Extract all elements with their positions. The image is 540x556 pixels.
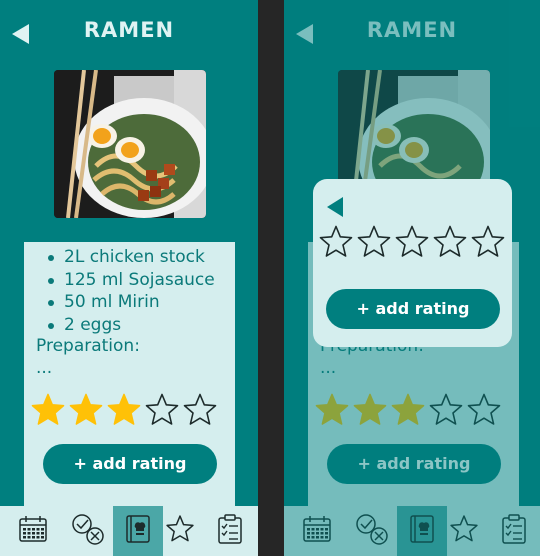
nav-item-calendar[interactable] <box>8 506 58 556</box>
ingredient-item: 2L chicken stock <box>46 246 215 269</box>
checklist-icon <box>217 514 243 548</box>
recipe-book-icon <box>125 514 151 548</box>
star-filled-icon[interactable] <box>68 392 104 428</box>
star-empty-icon[interactable] <box>144 392 180 428</box>
ingredient-item: 2 eggs <box>46 314 215 337</box>
nav-item-favorites-star[interactable] <box>439 506 489 556</box>
star-filled-icon[interactable] <box>390 392 426 428</box>
nav-item-done-undone[interactable] <box>347 506 397 556</box>
page-title: RAMEN <box>83 18 175 42</box>
preparation-text: ... <box>320 358 337 378</box>
rating-stars <box>30 392 218 428</box>
recipe-screen: RAMEN 2L chicken stock 125 ml Sojasauce … <box>0 0 258 556</box>
bottom-nav <box>0 506 258 556</box>
rating-input-stars[interactable] <box>318 224 506 260</box>
recipe-book-icon <box>409 514 435 548</box>
add-rating-button[interactable]: + add rating <box>327 444 501 484</box>
favorites-star-icon <box>165 514 195 548</box>
add-rating-button[interactable]: + add rating <box>43 444 217 484</box>
favorites-star-icon <box>449 514 479 548</box>
star-filled-icon[interactable] <box>352 392 388 428</box>
star-empty-icon[interactable] <box>428 392 464 428</box>
checklist-icon <box>501 514 527 548</box>
star-empty-icon[interactable] <box>466 392 502 428</box>
star-filled-icon[interactable] <box>30 392 66 428</box>
page-title: RAMEN <box>366 18 458 42</box>
ramen-photo <box>54 70 206 218</box>
star-empty-icon[interactable] <box>356 224 392 260</box>
rating-stars <box>314 392 502 428</box>
bottom-nav <box>284 506 540 556</box>
star-empty-icon[interactable] <box>432 224 468 260</box>
nav-item-favorites-star[interactable] <box>155 506 205 556</box>
done-undone-icon <box>71 513 105 549</box>
calendar-icon <box>18 515 48 547</box>
nav-item-done-undone[interactable] <box>63 506 113 556</box>
nav-item-calendar[interactable] <box>292 506 342 556</box>
calendar-icon <box>302 515 332 547</box>
ingredient-item: 50 ml Mirin <box>46 291 215 314</box>
recipe-details-panel: 2L chicken stock 125 ml Sojasauce 50 ml … <box>24 242 235 512</box>
star-empty-icon[interactable] <box>318 224 354 260</box>
popup-back-arrow-icon[interactable] <box>327 197 343 217</box>
nav-item-checklist[interactable] <box>205 506 255 556</box>
star-filled-icon[interactable] <box>314 392 350 428</box>
rating-popup: + add rating <box>313 179 512 347</box>
preparation-text: ... <box>36 358 53 378</box>
recipe-screen-rating-popup: RAMEN 2L chicken stock 125 ml Sojasauce … <box>284 0 540 556</box>
ingredient-item: 125 ml Sojasauce <box>46 269 215 292</box>
nav-item-checklist[interactable] <box>489 506 539 556</box>
star-empty-icon[interactable] <box>182 392 218 428</box>
star-empty-icon[interactable] <box>394 224 430 260</box>
preparation-label: Preparation: <box>36 336 140 356</box>
popup-add-rating-button[interactable]: + add rating <box>326 289 500 329</box>
star-filled-icon[interactable] <box>106 392 142 428</box>
done-undone-icon <box>355 513 389 549</box>
ingredient-list: 2L chicken stock 125 ml Sojasauce 50 ml … <box>46 246 215 336</box>
star-empty-icon[interactable] <box>470 224 506 260</box>
